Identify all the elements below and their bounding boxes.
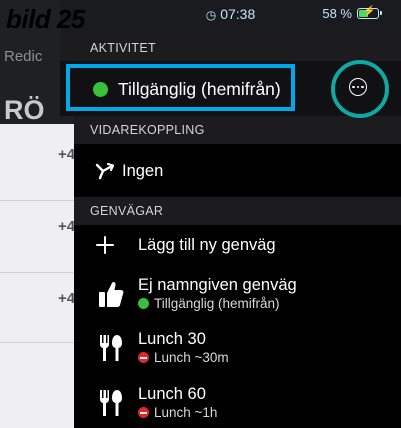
forward-arrow-icon: [95, 162, 115, 180]
background-divider: [0, 200, 74, 201]
shortcut-title: Lunch 30: [138, 330, 206, 348]
ellipsis-circle-icon[interactable]: [349, 78, 367, 96]
forwarding-section-label: VIDAREKOPPLING: [90, 123, 205, 137]
shortcuts-section-label: GENVÄGAR: [90, 204, 164, 218]
add-shortcut-label: Lägg till ny genväg: [138, 236, 276, 254]
thumbs-up-icon: [99, 281, 124, 307]
available-status-icon: [138, 298, 149, 309]
shortcut-subtitle: Tillgänglig (hemifrån): [154, 296, 280, 311]
background-heading: RÖ: [4, 95, 45, 125]
clock-icon: ◷: [205, 8, 217, 22]
charging-icon: ⚡: [363, 6, 376, 17]
shortcuts-section-header: GENVÄGAR: [74, 197, 401, 225]
status-bar: ◷ 07:38 58 % ⚡: [60, 0, 401, 32]
shortcut-title: Ej namngiven genväg: [138, 276, 297, 294]
status-time: 07:38: [220, 6, 256, 22]
shortcut-subtitle: Lunch ~30m: [154, 350, 229, 365]
activity-section-label: AKTIVITET: [90, 41, 156, 55]
available-status-icon: [93, 82, 108, 97]
background-divider: [0, 342, 74, 343]
forwarding-section-header: VIDAREKOPPLING: [74, 116, 401, 144]
background-list-item: +4: [58, 290, 76, 307]
activity-current-label[interactable]: Tillgänglig (hemifrån): [118, 79, 281, 100]
battery-icon: ⚡: [357, 6, 382, 19]
background-list-item: +4: [58, 146, 76, 163]
cutlery-icon: [100, 335, 122, 361]
shortcut-title: Lunch 60: [138, 385, 206, 403]
background-list-item: +4: [58, 218, 76, 235]
cutlery-icon: [100, 390, 122, 416]
plus-icon: [96, 236, 114, 254]
background-list: [0, 124, 74, 428]
background-title: Redic: [4, 48, 43, 65]
battery-percent: 58 %: [322, 6, 352, 21]
busy-status-icon: [138, 407, 149, 418]
busy-status-icon: [138, 352, 149, 363]
figure-caption: bild 25: [6, 4, 85, 34]
forwarding-value: Ingen: [122, 162, 164, 180]
shortcut-subtitle: Lunch ~1h: [154, 405, 218, 420]
background-divider: [0, 272, 74, 273]
